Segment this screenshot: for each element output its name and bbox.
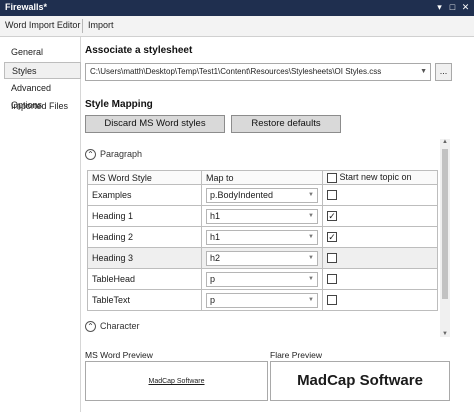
editor-tab-bar: Word Import Editor Import [0, 16, 474, 37]
title-bar: Firewalls* ▾ □ ✕ [0, 0, 474, 16]
chevron-down-icon: ▼ [308, 191, 314, 198]
stylesheet-path-select[interactable]: C:\Users\matth\Desktop\Temp\Test1\Conten… [85, 63, 431, 81]
close-icon[interactable]: ✕ [459, 1, 472, 14]
collapse-icon[interactable]: ⌃ [85, 149, 96, 161]
map-to-cell: p ▼ [201, 268, 323, 290]
table-row: Heading 1 h1 ▼ ✓ [87, 205, 438, 227]
window-title: Firewalls* [5, 2, 48, 12]
chevron-down-icon: ▼ [308, 233, 314, 240]
table-row: TableText p ▼ [87, 289, 438, 311]
sidebar-item-imported-files[interactable]: Imported Files [4, 98, 81, 115]
map-to-select[interactable]: p.BodyIndented ▼ [206, 187, 318, 203]
styles-panel: Associate a stylesheet C:\Users\matth\De… [82, 37, 474, 412]
flare-preview-box: MadCap Software [270, 361, 450, 401]
chevron-down-icon[interactable]: ▼ [420, 64, 427, 80]
checkbox[interactable] [327, 190, 337, 201]
discard-ms-word-styles-button[interactable]: Discard MS Word styles [85, 115, 225, 133]
chevron-down-icon: ▼ [308, 254, 314, 261]
restore-defaults-button[interactable]: Restore defaults [231, 115, 341, 133]
checkbox-checked[interactable]: ✓ [327, 211, 337, 222]
chevron-down-icon: ▼ [308, 275, 314, 282]
style-name: Heading 3 [87, 247, 202, 269]
new-topic-cell [322, 268, 438, 290]
checkbox[interactable] [327, 295, 337, 306]
map-to-cell: p.BodyIndented ▼ [201, 184, 323, 206]
map-to-select[interactable]: h1 ▼ [206, 229, 318, 245]
new-topic-cell: ✓ [322, 226, 438, 248]
map-to-cell: p ▼ [201, 289, 323, 311]
flare-preview-text: MadCap Software [297, 372, 423, 389]
maximize-icon[interactable]: □ [446, 1, 459, 14]
scrollbar-thumb[interactable] [442, 149, 448, 299]
chevron-down-icon: ▼ [308, 296, 314, 303]
sidebar-item-advanced-options[interactable]: Advanced Options [4, 80, 81, 110]
column-header-map-to: Map to [201, 170, 323, 185]
checkbox-checked[interactable]: ✓ [327, 232, 337, 243]
map-to-select[interactable]: h1 ▼ [206, 208, 318, 224]
map-to-value: p.BodyIndented [210, 189, 274, 200]
tab-separator [82, 19, 83, 33]
table-row-selected: Heading 3 h2 ▼ [87, 247, 438, 269]
scroll-down-icon[interactable]: ▼ [442, 331, 448, 337]
map-to-value: p [210, 294, 216, 305]
map-to-select[interactable]: p ▼ [206, 292, 318, 308]
style-name: TableHead [87, 268, 202, 290]
paragraph-label: Paragraph [100, 149, 143, 159]
column-header-start-new-topic: Start new topic on [322, 170, 438, 185]
chevron-down-icon: ▼ [308, 212, 314, 219]
sidebar-item-general[interactable]: General [4, 44, 81, 61]
scroll-up-icon[interactable]: ▲ [442, 139, 448, 145]
style-mapping-table: MS Word Style Map to Start new topic on … [87, 170, 438, 311]
sidebar-item-styles[interactable]: Styles [4, 62, 81, 79]
new-topic-cell [322, 247, 438, 269]
style-mapping-heading: Style Mapping [85, 99, 153, 110]
map-to-cell: h1 ▼ [201, 205, 323, 227]
map-to-value: p [210, 273, 216, 284]
table-row: Examples p.BodyIndented ▼ [87, 184, 438, 206]
new-topic-cell [322, 184, 438, 206]
vertical-scrollbar[interactable]: ▲ ▼ [440, 139, 450, 337]
style-name: Examples [87, 184, 202, 206]
checkbox[interactable] [327, 274, 337, 285]
column-header-label: Start new topic on [339, 172, 412, 183]
new-topic-cell: ✓ [322, 205, 438, 227]
map-to-value: h1 [210, 210, 221, 221]
map-to-cell: h2 ▼ [201, 247, 323, 269]
character-label: Character [100, 321, 140, 331]
map-to-select[interactable]: p ▼ [206, 271, 318, 287]
ms-word-preview-text: MadCap Software [148, 378, 205, 385]
stylesheet-path-value: C:\Users\matth\Desktop\Temp\Test1\Conten… [90, 67, 382, 76]
map-to-value: h1 [210, 231, 221, 242]
tab-word-import-editor[interactable]: Word Import Editor [5, 20, 80, 30]
sidebar: General Styles Advanced Options Imported… [0, 37, 81, 412]
map-to-value: h2 [210, 252, 221, 263]
ms-word-preview-label: MS Word Preview [85, 350, 153, 360]
new-topic-cell [322, 289, 438, 311]
browse-button[interactable]: ... [435, 63, 452, 81]
table-header-row: MS Word Style Map to Start new topic on [87, 170, 438, 185]
table-row: TableHead p ▼ [87, 268, 438, 290]
column-header-ms-word-style: MS Word Style [87, 170, 202, 185]
collapse-icon[interactable]: ⌃ [85, 321, 96, 333]
ms-word-preview-box: MadCap Software [85, 361, 268, 401]
map-to-select[interactable]: h2 ▼ [206, 250, 318, 266]
dropdown-icon[interactable]: ▾ [433, 1, 446, 14]
style-name: TableText [87, 289, 202, 311]
paragraph-group-toggle[interactable]: ⌃ Paragraph [85, 149, 143, 161]
checkbox[interactable] [327, 253, 337, 264]
associate-stylesheet-heading: Associate a stylesheet [85, 45, 193, 56]
style-name: Heading 2 [87, 226, 202, 248]
character-group-toggle[interactable]: ⌃ Character [85, 321, 140, 333]
checkbox[interactable] [327, 172, 337, 183]
table-row: Heading 2 h1 ▼ ✓ [87, 226, 438, 248]
tab-import[interactable]: Import [88, 20, 114, 30]
flare-preview-label: Flare Preview [270, 350, 322, 360]
map-to-cell: h1 ▼ [201, 226, 323, 248]
style-name: Heading 1 [87, 205, 202, 227]
